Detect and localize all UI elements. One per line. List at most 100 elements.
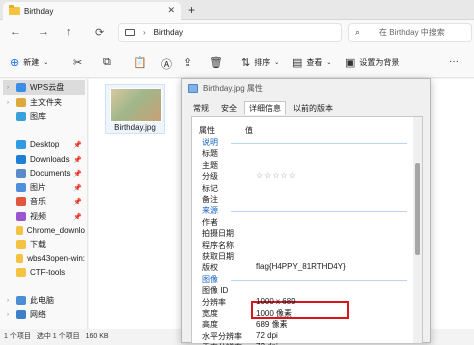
sidebar-item-label: Chrome_downlo [26, 226, 85, 235]
view-icon: ▤ [292, 57, 303, 69]
sidebar-item-label: CTF-tools [30, 268, 66, 277]
file-name-label: Birthday.jpg [114, 123, 156, 132]
sidebar-item[interactable]: wbs43open-win: [3, 251, 85, 266]
breadcrumb-birthday[interactable]: Birthday [154, 28, 183, 37]
folder-icon [16, 169, 26, 178]
wallpaper-label: 设置为背景 [359, 58, 400, 67]
sidebar-item-label: wbs43open-win: [27, 254, 85, 263]
property-list: 属性 值 说明 标题 主题 分级 ☆☆☆☆☆ 标记 备注 来源 作者 拍摄日期 程序名称 获取日期 版权… [195, 121, 413, 345]
folder-icon [16, 212, 26, 221]
property-name: 宽度 [202, 309, 218, 318]
dialog-tab[interactable]: 以前的版本 [288, 101, 338, 115]
set-wallpaper-button[interactable]: ▣ 设置为背景 [345, 56, 399, 69]
up-button[interactable]: ↑ [66, 26, 72, 38]
close-tab-icon[interactable]: ✕ [167, 5, 175, 16]
chevron-right-icon[interactable]: › [7, 312, 9, 318]
section-divider [231, 143, 407, 144]
sidebar-item[interactable]: Downloads 📌 [3, 152, 85, 167]
chevron-right-icon[interactable]: › [7, 85, 9, 91]
folder-icon [16, 310, 26, 319]
dialog-tab[interactable]: 常规 [188, 101, 214, 115]
pin-icon: 📌 [73, 184, 82, 192]
wallpaper-icon: ▣ [345, 57, 356, 69]
sidebar-item[interactable]: 图库 [3, 109, 85, 124]
tab-birthday[interactable]: Birthday ✕ [3, 2, 181, 20]
sidebar-item[interactable]: 图片 📌 [3, 180, 85, 195]
sidebar-item[interactable]: › 网络 [3, 307, 85, 322]
sidebar-item-label: 网络 [30, 310, 46, 319]
property-value: 1000 x 689 [256, 296, 296, 306]
property-name: 备注 [202, 195, 218, 204]
sidebar-item-label: Downloads [30, 155, 70, 164]
new-button[interactable]: ⊕ 新建 ⌄ [10, 56, 48, 69]
folder-icon [16, 240, 26, 249]
share-icon[interactable]: ⇪ [183, 56, 192, 69]
dialog-title: Birthday.jpg 属性 [203, 83, 263, 93]
chevron-down-icon: ⌄ [274, 60, 280, 66]
dialog-tab[interactable]: 安全 [216, 101, 242, 115]
folder-icon [16, 98, 26, 107]
cut-icon[interactable]: ✂ [73, 56, 82, 69]
property-name: 作者 [202, 217, 218, 227]
column-header-property[interactable]: 属性 [199, 125, 215, 136]
sidebar-item[interactable]: › 此电脑 [3, 293, 85, 308]
folder-icon [16, 155, 26, 164]
folder-icon [9, 5, 20, 15]
sidebar-item[interactable]: Chrome_downlo [3, 223, 85, 238]
property-value: flag{H4PPY_81RTHD4Y} [256, 262, 346, 272]
breadcrumb-separator: › [143, 28, 146, 37]
sidebar-item-label: WPS云盘 [30, 83, 65, 92]
new-label: 新建 [23, 58, 40, 67]
property-value: 1000 像素 [256, 309, 293, 318]
property-name: 获取日期 [202, 252, 234, 261]
sidebar-item-label: 图片 [30, 183, 46, 192]
folder-icon [16, 197, 26, 206]
chevron-down-icon: ⌄ [43, 60, 49, 66]
view-button[interactable]: ▤ 查看 ⌄ [292, 56, 331, 69]
back-button[interactable]: ← [10, 26, 21, 38]
section-header: 说明 [202, 138, 218, 147]
sort-button[interactable]: ⇅ 排序 ⌄ [241, 56, 279, 69]
column-header-value[interactable]: 值 [245, 125, 253, 136]
property-name: 高度 [202, 320, 218, 330]
sidebar-item[interactable]: Desktop 📌 [3, 137, 85, 152]
sidebar-item[interactable]: › WPS云盘 [3, 80, 85, 95]
delete-icon[interactable]: 🗑 [209, 56, 223, 69]
rename-icon[interactable]: Ⓐ [161, 56, 172, 72]
rating-stars[interactable]: ☆☆☆☆☆ [256, 171, 297, 180]
sidebar-item-label: 图库 [30, 112, 46, 121]
search-input[interactable]: ⌕ 在 Birthday 中搜索 [348, 23, 472, 42]
copy-icon[interactable]: ⧉ [103, 56, 111, 69]
section-header: 图像 [202, 274, 218, 284]
dialog-title-bar[interactable]: Birthday.jpg 属性 [182, 79, 430, 97]
sidebar-item[interactable]: Documents 📌 [3, 166, 85, 181]
sidebar-item-label: 主文件夹 [30, 98, 62, 107]
folder-icon [16, 268, 26, 277]
sidebar-item[interactable]: › 主文件夹 [3, 95, 85, 110]
folder-icon [16, 296, 26, 305]
property-name: 标题 [202, 149, 218, 159]
forward-button[interactable]: → [38, 26, 49, 38]
chevron-right-icon[interactable]: › [7, 100, 9, 106]
dialog-tab[interactable]: 详细信息 [244, 101, 286, 115]
more-options-icon[interactable]: ··· [449, 56, 459, 67]
paste-icon[interactable]: 📋 [133, 56, 147, 69]
item-count: 1 个项目 [4, 333, 31, 340]
property-name: 版权 [202, 263, 218, 273]
plus-icon: ⊕ [10, 57, 20, 69]
refresh-button[interactable]: ⟳ [95, 26, 104, 39]
search-placeholder: 在 Birthday 中搜索 [379, 28, 445, 37]
sidebar-item[interactable]: 视频 📌 [3, 209, 85, 224]
vertical-scrollbar[interactable] [413, 117, 422, 343]
property-name: 分级 [202, 172, 218, 182]
section-header: 来源 [202, 206, 218, 216]
sidebar-item[interactable]: 音乐 📌 [3, 194, 85, 209]
sort-icon: ⇅ [241, 57, 251, 69]
chevron-right-icon[interactable]: › [7, 298, 9, 304]
sidebar-item[interactable]: 下载 [3, 237, 85, 252]
properties-dialog: Birthday.jpg 属性 常规 安全 详细信息 以前的版本 属性 值 说明 标题主… [181, 78, 431, 345]
address-bar[interactable]: › Birthday [118, 23, 342, 42]
new-tab-button[interactable]: + [188, 3, 195, 17]
sidebar-item[interactable]: CTF-tools [3, 265, 85, 280]
scrollbar-thumb[interactable] [415, 163, 420, 255]
